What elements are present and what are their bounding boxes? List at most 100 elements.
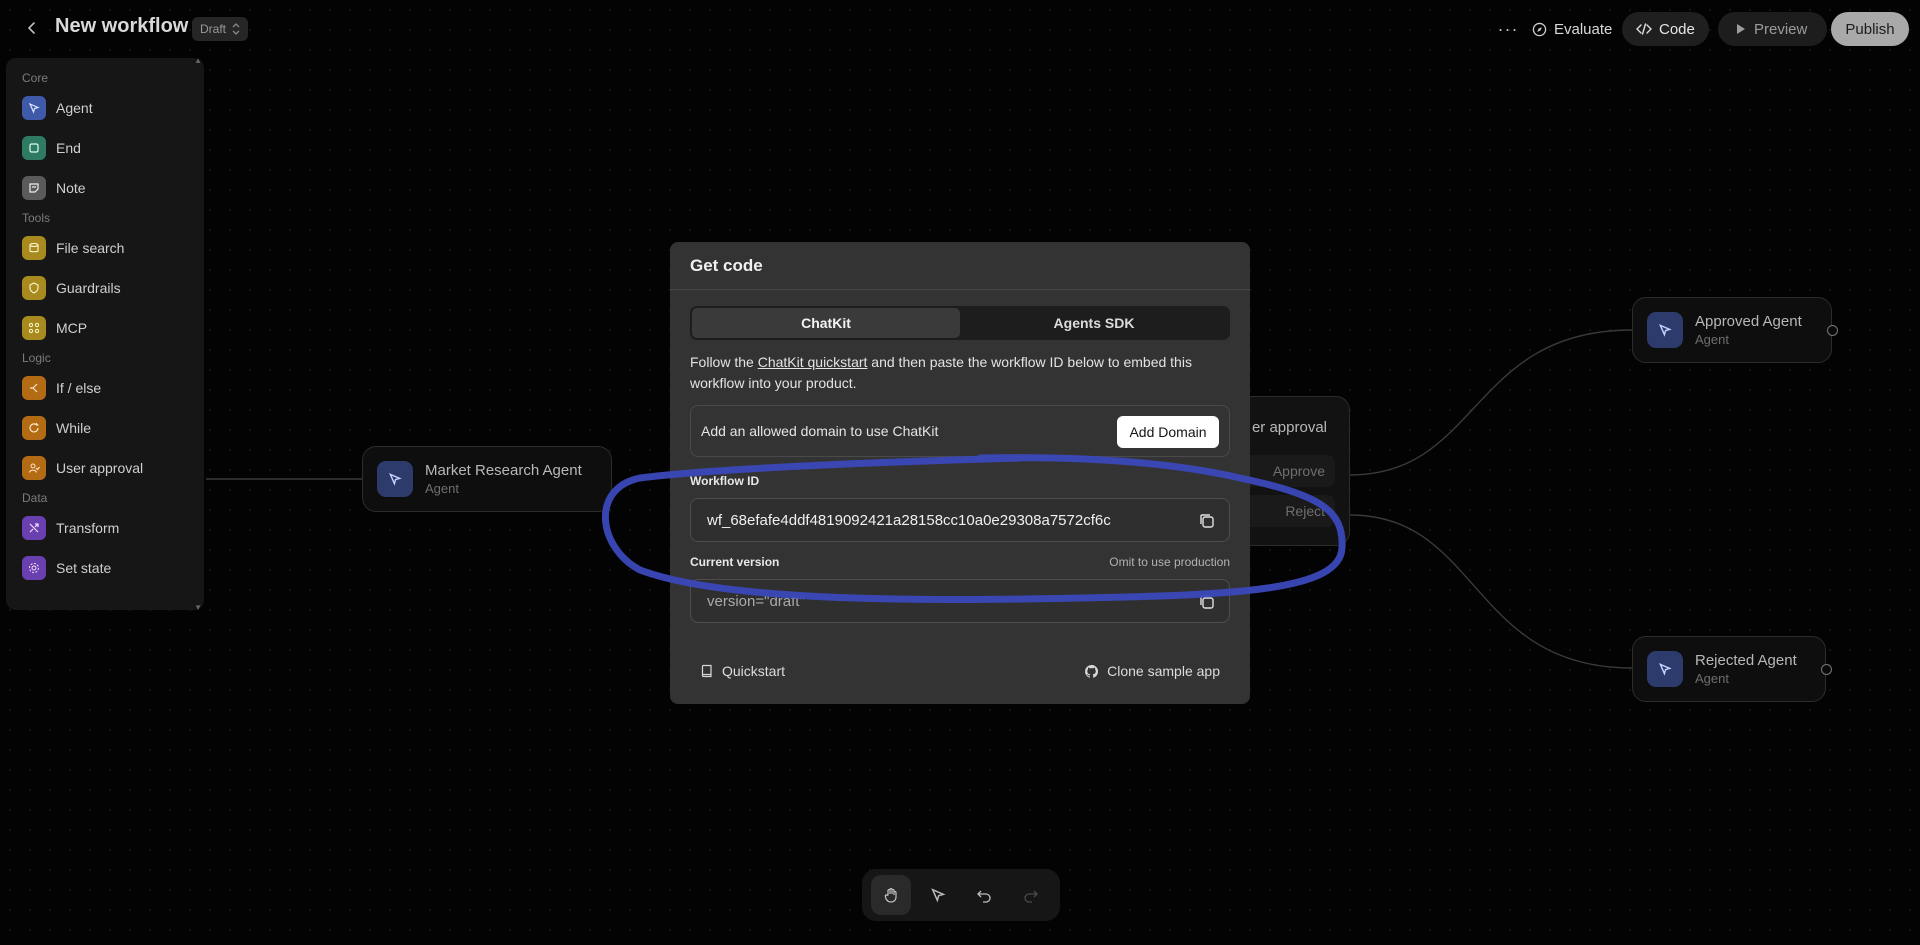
palette-item-label: Guardrails bbox=[56, 280, 121, 296]
select-tool-button[interactable] bbox=[918, 875, 958, 915]
desc-prefix: Follow the bbox=[690, 354, 758, 370]
while-icon bbox=[22, 416, 46, 440]
current-version-value: version="draft" bbox=[707, 592, 805, 610]
node-title: er approval bbox=[1251, 419, 1327, 436]
get-code-dialog: Get code ChatKit Agents SDK Follow the C… bbox=[670, 242, 1250, 704]
tab-agents-sdk[interactable]: Agents SDK bbox=[960, 308, 1228, 338]
agent-icon bbox=[1647, 651, 1683, 687]
quickstart-link[interactable]: Quickstart bbox=[690, 663, 795, 679]
note-icon bbox=[22, 176, 46, 200]
undo-icon bbox=[977, 890, 991, 903]
section-data: Data bbox=[22, 491, 48, 505]
preview-button[interactable]: Preview bbox=[1718, 12, 1828, 46]
palette-item-label: While bbox=[56, 420, 92, 436]
draft-version-selector[interactable]: Draft bbox=[192, 17, 249, 41]
guardrails-icon bbox=[22, 276, 46, 300]
copy-icon[interactable] bbox=[1197, 592, 1217, 612]
node-user-approval[interactable]: er approval Approve Reject bbox=[1231, 396, 1350, 546]
palette-item-label: Note bbox=[56, 180, 86, 196]
dialog-description: Follow the ChatKit quickstart and then p… bbox=[690, 352, 1210, 394]
node-title: Rejected Agent bbox=[1695, 652, 1797, 669]
workflow-title[interactable]: New workflow bbox=[55, 15, 188, 38]
pan-tool-button[interactable] bbox=[871, 875, 912, 915]
agent-icon bbox=[22, 96, 46, 120]
palette-item-label: File search bbox=[56, 240, 125, 256]
github-icon bbox=[1085, 664, 1099, 678]
draft-label: Draft bbox=[200, 22, 227, 36]
copy-icon[interactable] bbox=[1197, 511, 1217, 531]
code-icon bbox=[1636, 23, 1652, 35]
node-market-research-agent[interactable]: Market Research Agent Agent bbox=[362, 446, 612, 512]
scroll-down-icon[interactable]: ▼ bbox=[194, 603, 202, 612]
end-icon bbox=[22, 136, 46, 160]
evaluate-button[interactable]: Evaluate bbox=[1518, 12, 1626, 46]
palette-item-set-state[interactable]: Set state bbox=[6, 548, 204, 588]
section-tools: Tools bbox=[22, 211, 51, 225]
palette-item-note[interactable]: Note bbox=[6, 168, 204, 208]
current-version-field[interactable]: version="draft" bbox=[690, 579, 1230, 623]
palette-item-label: If / else bbox=[56, 380, 102, 396]
evaluate-label: Evaluate bbox=[1554, 20, 1613, 38]
section-core: Core bbox=[22, 71, 49, 85]
palette-item-mcp[interactable]: MCP bbox=[6, 308, 204, 348]
current-version-hint: Omit to use production bbox=[1109, 555, 1230, 569]
mcp-icon bbox=[22, 316, 46, 340]
node-title: Market Research Agent bbox=[425, 462, 582, 479]
palette-item-label: User approval bbox=[56, 460, 144, 476]
clone-sample-app-link[interactable]: Clone sample app bbox=[1074, 663, 1230, 679]
chevron-left-icon bbox=[27, 22, 35, 34]
palette-item-label: MCP bbox=[56, 320, 88, 336]
book-icon bbox=[701, 664, 712, 678]
palette-item-end[interactable]: End bbox=[6, 128, 204, 168]
chatkit-quickstart-link[interactable]: ChatKit quickstart bbox=[758, 354, 868, 370]
palette-item-transform[interactable]: Transform bbox=[6, 508, 204, 548]
node-subtitle: Agent bbox=[425, 481, 459, 496]
domain-text: Add an allowed domain to use ChatKit bbox=[701, 423, 939, 439]
publish-button[interactable]: Publish bbox=[1831, 12, 1909, 46]
palette-item-guardrails[interactable]: Guardrails bbox=[6, 268, 204, 308]
palette-item-file-search[interactable]: File search bbox=[6, 228, 204, 268]
code-label: Code bbox=[1659, 20, 1695, 38]
palette-item-label: Set state bbox=[56, 560, 112, 576]
node-subtitle: Agent bbox=[1695, 332, 1729, 347]
quickstart-label: Quickstart bbox=[722, 663, 786, 679]
workflow-id-field[interactable]: wf_68efafe4ddf4819092421a28158cc10a0e293… bbox=[690, 498, 1230, 542]
tab-chatkit[interactable]: ChatKit bbox=[692, 308, 960, 338]
palette-item-while[interactable]: While bbox=[6, 408, 204, 448]
scroll-up-icon[interactable]: ▲ bbox=[194, 56, 202, 65]
hand-icon bbox=[885, 887, 897, 903]
dialog-title: Get code bbox=[670, 242, 1250, 290]
file-search-icon bbox=[22, 236, 46, 260]
preview-label: Preview bbox=[1754, 20, 1808, 38]
output-port[interactable] bbox=[1821, 664, 1832, 675]
back-button[interactable] bbox=[20, 16, 44, 40]
compass-icon bbox=[1532, 22, 1547, 36]
top-bar: New workflow Draft ··· Evaluate Code Pre… bbox=[0, 0, 1920, 58]
palette-item-if-else[interactable]: If / else bbox=[6, 368, 204, 408]
workflow-id-label: Workflow ID bbox=[690, 474, 760, 488]
code-tabs: ChatKit Agents SDK bbox=[690, 306, 1230, 340]
canvas-toolbar bbox=[862, 869, 1060, 921]
agent-icon bbox=[1647, 312, 1683, 348]
chevron-up-down-icon bbox=[232, 23, 240, 35]
if-else-icon bbox=[22, 376, 46, 400]
more-icon: ··· bbox=[1497, 18, 1519, 39]
palette-item-label: Agent bbox=[56, 100, 93, 116]
add-domain-button[interactable]: Add Domain bbox=[1117, 416, 1219, 448]
allowed-domain-box: Add an allowed domain to use ChatKit Add… bbox=[690, 405, 1230, 457]
code-button[interactable]: Code bbox=[1622, 12, 1709, 46]
node-subtitle: Agent bbox=[1695, 671, 1729, 686]
palette-item-user-approval[interactable]: User approval bbox=[6, 448, 204, 488]
node-rejected-agent[interactable]: Rejected Agent Agent bbox=[1632, 636, 1832, 702]
redo-button[interactable] bbox=[1011, 875, 1051, 915]
undo-button[interactable] bbox=[964, 875, 1004, 915]
redo-icon bbox=[1024, 890, 1038, 903]
node-approved-agent[interactable]: Approved Agent Agent bbox=[1632, 297, 1838, 363]
palette-item-agent[interactable]: Agent bbox=[6, 88, 204, 128]
transform-icon bbox=[22, 516, 46, 540]
node-palette-sidebar[interactable]: ▲ Core Agent End Note Tools File search … bbox=[6, 56, 204, 612]
workflow-id-value: wf_68efafe4ddf4819092421a28158cc10a0e293… bbox=[707, 511, 1111, 529]
play-icon bbox=[1737, 24, 1745, 34]
output-port[interactable] bbox=[1827, 325, 1838, 336]
section-logic: Logic bbox=[22, 351, 51, 365]
